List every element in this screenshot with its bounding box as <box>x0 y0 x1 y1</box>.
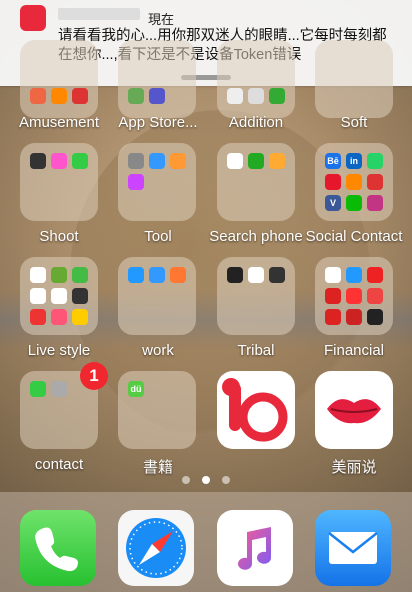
folder-search-phone[interactable] <box>217 143 295 221</box>
folder-label: Search phone <box>209 228 303 245</box>
folder-soft[interactable] <box>315 40 393 118</box>
folder-label: Financial <box>323 342 385 359</box>
folder-label: Soft <box>340 114 368 131</box>
folder-label: work <box>142 342 174 359</box>
folder-label: contact <box>34 456 84 473</box>
folder-addition[interactable] <box>217 40 295 118</box>
folder-label: Live style <box>27 342 91 359</box>
folder-social-contact[interactable]: Bē in V <box>315 143 393 221</box>
folder-tribal[interactable] <box>217 257 295 335</box>
safari-icon[interactable] <box>118 510 194 586</box>
sender-redacted <box>58 8 140 20</box>
folder-financial[interactable] <box>315 257 393 335</box>
page-dot-active[interactable] <box>202 476 210 484</box>
folder-app-store[interactable] <box>118 40 196 118</box>
folder-label: Tool <box>144 228 172 245</box>
page-dot[interactable] <box>182 476 190 484</box>
app-label: 美丽说 <box>331 459 377 476</box>
folder-label: 書籍 <box>142 459 173 476</box>
folder-amusement[interactable] <box>20 40 98 118</box>
folder-label: Social Contact <box>305 228 403 245</box>
red-app-icon <box>20 5 46 31</box>
red-app-icon[interactable] <box>217 371 295 449</box>
mail-icon[interactable] <box>315 510 391 586</box>
folder-label: Tribal <box>237 342 275 359</box>
folder-label: App Store... <box>118 114 198 131</box>
folder-live-style[interactable] <box>20 257 98 335</box>
notification-badge: 1 <box>80 362 108 390</box>
folder-label: Addition <box>228 114 284 131</box>
music-icon[interactable] <box>217 510 293 586</box>
folder-label: Amusement <box>18 114 100 131</box>
folder-tool[interactable] <box>118 143 196 221</box>
folder-shoot[interactable] <box>20 143 98 221</box>
folder-books[interactable]: dü <box>118 371 196 449</box>
folder-label: Shoot <box>39 228 79 245</box>
page-dot[interactable] <box>222 476 230 484</box>
notification-time: 現在 <box>148 12 175 27</box>
folder-work[interactable] <box>118 257 196 335</box>
phone-icon[interactable] <box>20 510 96 586</box>
meilishuo-app-icon[interactable] <box>315 371 393 449</box>
